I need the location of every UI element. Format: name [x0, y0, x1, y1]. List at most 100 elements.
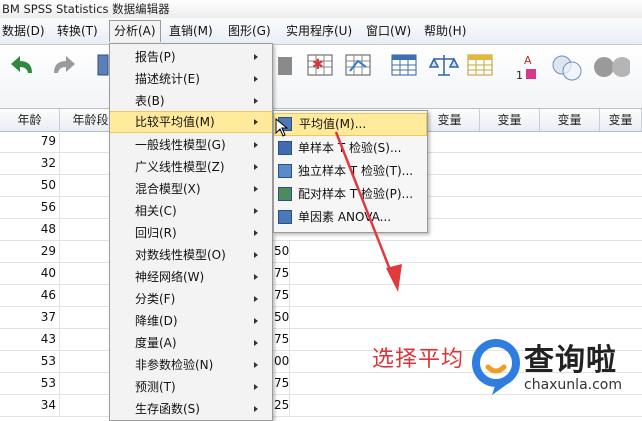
menu-item-label: 比较平均值(M): [135, 115, 215, 129]
submenu-arrow-icon: [254, 54, 258, 60]
menu-item-dimension-reduction[interactable]: 降维(D): [110, 310, 272, 332]
mouse-cursor-icon: [275, 118, 289, 137]
table-row: 40 75: [0, 263, 642, 285]
table-cell[interactable]: 32: [0, 153, 60, 174]
menu-data[interactable]: 数据(D): [0, 20, 49, 42]
menu-analyze[interactable]: 分析(A): [109, 20, 161, 42]
table-cell[interactable]: 25: [274, 395, 290, 416]
menu-item-scale[interactable]: 度量(A): [110, 332, 272, 354]
menu-item-label: 对数线性模型(O): [135, 248, 226, 262]
column-header[interactable]: 年龄: [0, 109, 60, 131]
weight-cases-icon[interactable]: [390, 51, 420, 79]
toolbar: ✱ A 1: [0, 45, 642, 109]
menu-item-general-linear-model[interactable]: 一般线性模型(G): [110, 134, 272, 156]
table-cell[interactable]: 53: [0, 373, 60, 394]
menu-item-reports[interactable]: 报告(P): [110, 46, 272, 68]
menu-graphs[interactable]: 图形(G): [224, 20, 275, 42]
svg-text:A: A: [524, 54, 532, 67]
menu-item-label: 分类(F): [135, 292, 176, 306]
variables-icon[interactable]: [276, 53, 296, 79]
menu-item-mixed-models[interactable]: 混合模型(X): [110, 178, 272, 200]
menu-item-label: 描述统计(E): [135, 72, 200, 86]
table-cell[interactable]: 00: [274, 351, 290, 372]
menu-item-label: 预测(T): [135, 380, 176, 394]
select-cases-icon[interactable]: [344, 51, 374, 79]
submenu-arrow-icon: [254, 406, 258, 412]
table-cell[interactable]: 50: [274, 241, 290, 262]
menu-item-regression[interactable]: 回归(R): [110, 222, 272, 244]
menu-item-label: 神经网络(W): [135, 270, 205, 284]
menu-item-survival[interactable]: 生存函数(S): [110, 398, 272, 420]
scale-icon[interactable]: [428, 51, 460, 79]
submenu-arrow-icon: [254, 164, 258, 170]
menu-window[interactable]: 窗口(W): [362, 20, 415, 42]
redo-icon[interactable]: [48, 53, 78, 79]
anova-icon: [278, 210, 292, 224]
table-cell[interactable]: 50: [274, 307, 290, 328]
table-cell[interactable]: 75: [274, 373, 290, 394]
watermark-name: 查询啦: [524, 343, 617, 378]
submenu-arrow-icon: [254, 362, 258, 368]
menu-item-generalized-linear-models[interactable]: 广义线性模型(Z): [110, 156, 272, 178]
table-cell[interactable]: 34: [0, 395, 60, 416]
table-row: 46 75: [0, 285, 642, 307]
column-header[interactable]: 变量: [480, 109, 540, 131]
svg-text:✱: ✱: [312, 57, 324, 73]
table-cell[interactable]: 53: [0, 351, 60, 372]
menu-item-classify[interactable]: 分类(F): [110, 288, 272, 310]
menu-item-nonparametric-tests[interactable]: 非参数检验(N): [110, 354, 272, 376]
table-cell[interactable]: 75: [274, 285, 290, 306]
menu-item-label: 度量(A): [135, 336, 177, 350]
submenu-arrow-icon: [254, 76, 258, 82]
menu-utilities[interactable]: 实用程序(U): [282, 20, 356, 42]
table-cell[interactable]: 37: [0, 307, 60, 328]
table-cell[interactable]: 75: [274, 329, 290, 350]
menu-item-label: 广义线性模型(Z): [135, 160, 225, 174]
table-row: 29 50: [0, 241, 642, 263]
table-cell[interactable]: 50: [0, 175, 60, 196]
menu-item-forecasting[interactable]: 预测(T): [110, 376, 272, 398]
submenu-arrow-icon: [254, 274, 258, 280]
watermark: 查询啦 chaxunla.com: [466, 327, 642, 421]
submenu-arrow-icon: [254, 230, 258, 236]
menu-item-compare-means[interactable]: 比较平均值(M): [110, 111, 272, 133]
svg-text:1: 1: [516, 69, 523, 82]
menu-item-label: 回归(R): [135, 226, 177, 240]
column-header[interactable]: 变量: [600, 109, 642, 131]
spelling-icon[interactable]: [590, 51, 630, 83]
table-cell[interactable]: 75: [274, 263, 290, 284]
watermark-logo-icon: [472, 339, 520, 395]
use-sets-icon[interactable]: A 1: [514, 51, 544, 83]
independent-t-icon: [278, 164, 292, 178]
menu-direct-marketing[interactable]: 直销(M): [165, 20, 217, 42]
table-cell[interactable]: 48: [0, 219, 60, 240]
menu-item-tables[interactable]: 表(B): [110, 90, 272, 112]
table-cell[interactable]: 46: [0, 285, 60, 306]
menu-transform[interactable]: 转换(T): [53, 20, 102, 42]
column-header[interactable]: 变量: [540, 109, 600, 131]
menu-item-neural-networks[interactable]: 神经网络(W): [110, 266, 272, 288]
table-cell[interactable]: 40: [0, 263, 60, 284]
undo-icon[interactable]: [8, 53, 38, 79]
annotation-text: 选择平均: [372, 347, 465, 372]
menu-item-correlate[interactable]: 相关(C): [110, 200, 272, 222]
menu-item-label: 生存函数(S): [135, 402, 200, 416]
show-all-variables-icon[interactable]: [550, 51, 584, 83]
submenu-arrow-icon: [254, 384, 258, 390]
window-title: BM SPSS Statistics 数据编辑器: [0, 0, 642, 18]
value-labels-icon[interactable]: [466, 51, 496, 79]
column-header[interactable]: 变量: [420, 109, 480, 131]
table-cell[interactable]: 56: [0, 197, 60, 218]
menu-help[interactable]: 帮助(H): [420, 20, 470, 42]
table-cell[interactable]: 79: [0, 131, 60, 152]
split-file-icon[interactable]: ✱: [306, 51, 336, 79]
submenu-arrow-icon: [254, 142, 258, 148]
table-cell[interactable]: 29: [0, 241, 60, 262]
menu-item-loglinear[interactable]: 对数线性模型(O): [110, 244, 272, 266]
paired-t-icon: [278, 187, 292, 201]
goto-case-icon[interactable]: [97, 53, 109, 79]
menu-item-descriptive-statistics[interactable]: 描述统计(E): [110, 68, 272, 90]
submenu-arrow-icon: [254, 186, 258, 192]
submenu-arrow-icon: [254, 252, 258, 258]
table-cell[interactable]: 43: [0, 329, 60, 350]
